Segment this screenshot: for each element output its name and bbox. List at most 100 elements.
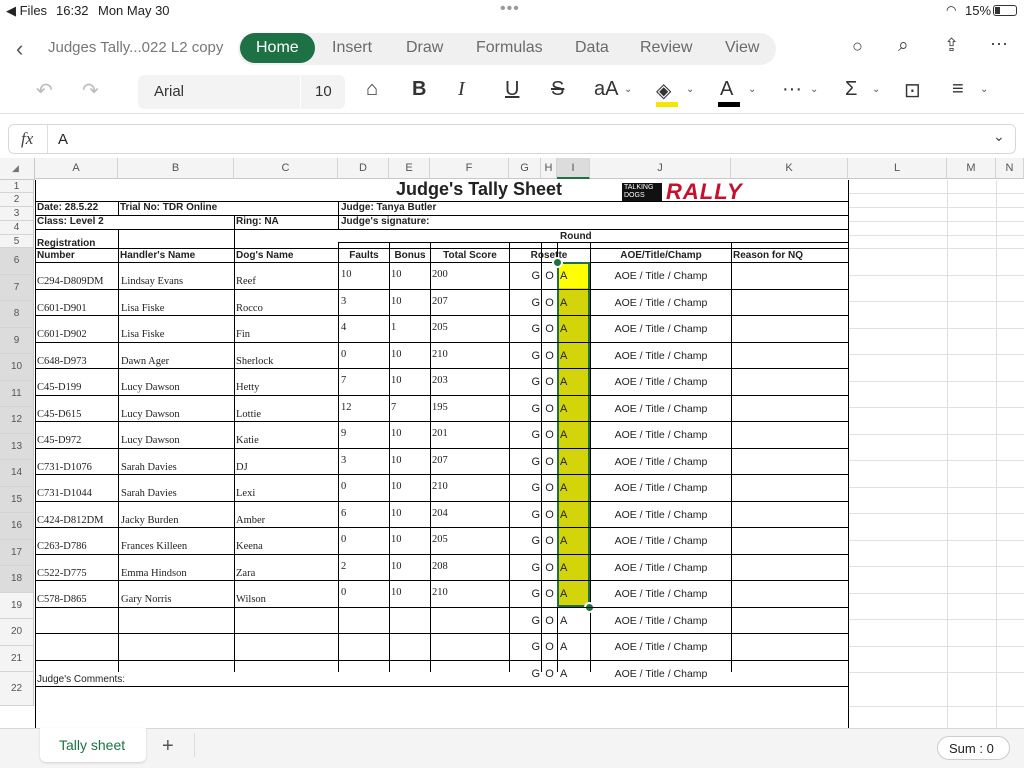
cell-aoe[interactable]: AOE / Title / Champ xyxy=(592,429,730,441)
cell-aoe[interactable]: AOE / Title / Champ xyxy=(592,588,730,600)
cell-bonus[interactable]: 10 xyxy=(391,561,429,573)
cell-aoe[interactable]: AOE / Title / Champ xyxy=(592,641,730,653)
cell-dog[interactable]: Lexi xyxy=(236,488,336,500)
sheet-tab-tally[interactable]: Tally sheet xyxy=(40,728,146,762)
cell-rosette-g[interactable]: G xyxy=(511,482,540,494)
cell-rosette-a[interactable]: A xyxy=(560,535,588,547)
cell-rosette-g[interactable]: G xyxy=(511,588,540,600)
cell-bonus[interactable]: 10 xyxy=(391,534,429,546)
cell-rosette-g[interactable]: G xyxy=(511,562,540,574)
cell-rosette-o[interactable]: O xyxy=(543,403,556,415)
strikethrough-icon[interactable]: S xyxy=(551,78,564,101)
cell-rosette-o[interactable]: O xyxy=(543,641,556,653)
column-header-c[interactable]: C xyxy=(234,158,338,179)
more-formatting-icon[interactable]: ··· xyxy=(782,78,802,101)
cell-aoe[interactable]: AOE / Title / Champ xyxy=(592,482,730,494)
file-title[interactable]: Judges Tally...022 L2 copy xyxy=(48,39,223,56)
cell-handler[interactable]: Lindsay Evans xyxy=(121,276,231,288)
cell-registration[interactable]: C45-D199 xyxy=(37,382,117,394)
cell-registration[interactable]: C731-D1076 xyxy=(37,462,117,474)
cell-rosette-g[interactable]: G xyxy=(511,323,540,335)
tab-review[interactable]: Review xyxy=(640,39,692,57)
cell-dog[interactable] xyxy=(236,621,336,633)
cell-faults[interactable]: 6 xyxy=(341,508,387,520)
search-icon[interactable]: ⌕ xyxy=(898,35,909,57)
cell-faults[interactable]: 7 xyxy=(341,375,387,387)
row-header-2[interactable]: 2 xyxy=(0,193,34,207)
cell-bonus[interactable]: 10 xyxy=(391,587,429,599)
cell-total-score[interactable]: 210 xyxy=(432,481,508,493)
cell-total-score[interactable]: 205 xyxy=(432,534,508,546)
row-header-21[interactable]: 21 xyxy=(0,645,34,672)
cell-faults[interactable] xyxy=(341,614,387,626)
chevron-down-icon[interactable]: ⌄ xyxy=(624,84,632,95)
cell-rosette-a[interactable]: A xyxy=(560,429,588,441)
column-header-f[interactable]: F xyxy=(430,158,509,179)
judge-name-label[interactable]: Judge: Tanya Butler xyxy=(341,202,581,215)
header-total-score[interactable]: Total Score xyxy=(432,250,508,262)
cell-handler[interactable]: Lisa Fiske xyxy=(121,329,231,341)
back-chevron-icon[interactable]: ‹ xyxy=(16,36,23,62)
cell-handler[interactable]: Frances Killeen xyxy=(121,541,231,553)
expand-chevron-icon[interactable]: ⌄ xyxy=(993,128,1005,145)
cell-faults[interactable]: 0 xyxy=(341,481,387,493)
cell-total-score[interactable]: 207 xyxy=(432,296,508,308)
cell-faults[interactable]: 0 xyxy=(341,587,387,599)
cell-dog[interactable]: Keena xyxy=(236,541,336,553)
cell-dog[interactable]: Fin xyxy=(236,329,336,341)
column-header-j[interactable]: J xyxy=(590,158,731,179)
cell-rosette-o[interactable]: O xyxy=(543,482,556,494)
cell-rosette-a[interactable]: A xyxy=(560,297,588,309)
cell-dog[interactable]: DJ xyxy=(236,462,336,474)
sum-status[interactable]: Sum : 0 xyxy=(937,736,1010,760)
cell-total-score[interactable]: 208 xyxy=(432,561,508,573)
cell-faults[interactable]: 10 xyxy=(341,269,387,281)
header-handlers-name[interactable]: Handler's Name xyxy=(120,250,230,262)
header-rosette[interactable]: Rosette xyxy=(510,250,588,262)
cell-rosette-o[interactable]: O xyxy=(543,297,556,309)
cell-dog[interactable]: Reef xyxy=(236,276,336,288)
cell-rosette-o[interactable]: O xyxy=(543,456,556,468)
cell-rosette-a[interactable]: A xyxy=(560,456,588,468)
cell-handler[interactable]: Jacky Burden xyxy=(121,515,231,527)
judges-comments-label[interactable]: Judge's Comments: xyxy=(37,674,237,686)
cell-dog[interactable] xyxy=(236,647,336,659)
cell-handler[interactable]: Lucy Dawson xyxy=(121,435,231,447)
cell-faults[interactable]: 0 xyxy=(341,349,387,361)
cell-registration[interactable]: C424-D812DM xyxy=(37,515,117,527)
cell-aoe[interactable]: AOE / Title / Champ xyxy=(592,350,730,362)
multitask-dots-icon[interactable]: ••• xyxy=(500,0,520,18)
column-header-l[interactable]: L xyxy=(848,158,947,179)
cell-rosette-o[interactable]: O xyxy=(543,509,556,521)
cell-faults[interactable]: 3 xyxy=(341,455,387,467)
cell-dog[interactable]: Lottie xyxy=(236,409,336,421)
cell-rosette-a[interactable]: A xyxy=(560,668,588,680)
cell-rosette-a[interactable]: A xyxy=(560,509,588,521)
row-header-5[interactable]: 5 xyxy=(0,235,34,248)
row-header-1[interactable]: 1 xyxy=(0,180,34,193)
cell-total-score[interactable]: 203 xyxy=(432,375,508,387)
cell-aoe[interactable]: AOE / Title / Champ xyxy=(592,456,730,468)
cell-handler[interactable]: Lisa Fiske xyxy=(121,303,231,315)
cell-registration[interactable]: C45-D615 xyxy=(37,409,117,421)
cell-dog[interactable]: Rocco xyxy=(236,303,336,315)
cell-handler[interactable]: Sarah Davies xyxy=(121,462,231,474)
cell-faults[interactable] xyxy=(341,640,387,652)
cell-rosette-g[interactable]: G xyxy=(511,376,540,388)
cell-dog[interactable]: Sherlock xyxy=(236,356,336,368)
cell-aoe[interactable]: AOE / Title / Champ xyxy=(592,562,730,574)
autosum-icon[interactable]: Σ xyxy=(845,78,857,101)
cell-bonus[interactable]: 10 xyxy=(391,428,429,440)
sort-filter-icon[interactable]: ≡ xyxy=(952,78,964,101)
cell-rosette-o[interactable]: O xyxy=(543,535,556,547)
row-header-12[interactable]: 12 xyxy=(0,407,34,434)
cell-rosette-g[interactable]: G xyxy=(511,615,540,627)
cell-faults[interactable]: 3 xyxy=(341,296,387,308)
cell-handler[interactable]: Lucy Dawson xyxy=(121,382,231,394)
class-label[interactable]: Class: Level 2 xyxy=(37,216,137,229)
chevron-down-icon[interactable]: ⌄ xyxy=(748,84,756,95)
row-header-19[interactable]: 19 xyxy=(0,592,34,619)
lightbulb-icon[interactable]: ○ xyxy=(852,36,863,57)
cell-faults[interactable] xyxy=(341,667,387,679)
more-options-icon[interactable]: ⋯ xyxy=(990,34,1008,55)
